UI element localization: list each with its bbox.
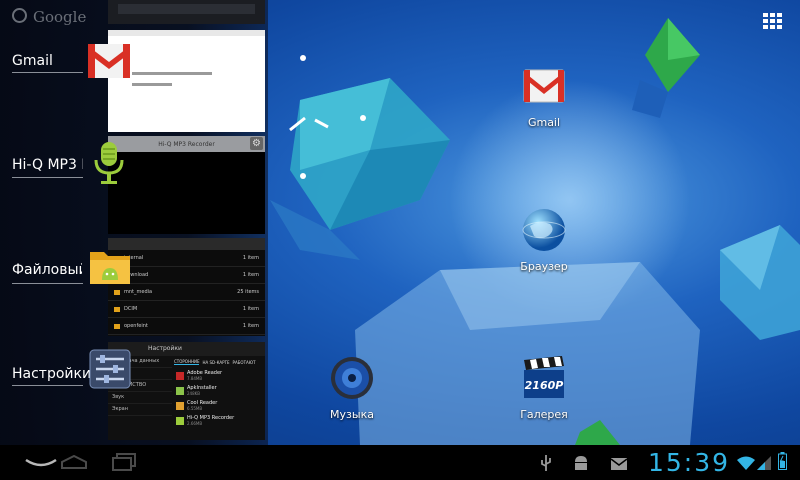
file-row[interactable]: DCIM 1 item [108,301,265,318]
divider [12,177,83,178]
file-count: 1 item [242,255,259,261]
android-debug-icon [573,454,589,476]
app-size: 2.66MB [187,421,203,426]
back-icon[interactable] [24,455,58,474]
folder-android-icon [88,244,132,286]
file-name: DCIM [124,306,138,312]
recent-thumb-top-partial[interactable] [108,0,265,24]
home-icon[interactable] [60,454,88,473]
thumb-title: Настройки [148,345,182,352]
gmail-icon [86,40,132,80]
recent-item-label-hiq[interactable]: Hi-Q MP3 Rec [12,157,83,173]
settings-menu-item[interactable]: Звук [108,392,172,404]
home-icon-label: Музыка [330,408,374,421]
recent-item-label-gmail[interactable]: Gmail [12,53,92,69]
usb-icon [540,454,552,476]
settings-tabs: СТОРОННИЕ НА SD-КАРТЕ РАБОТАЮТ [174,356,265,368]
home-icon-label: Gmail [527,116,561,129]
settings-app-row[interactable]: Cool Reader 6.55MB [174,398,265,413]
home-icon-browser[interactable]: Браузер [504,206,584,273]
gmail-icon [520,62,568,110]
divider [12,385,83,386]
file-count: 1 item [242,272,259,278]
svg-text:2160P: 2160P [525,379,564,392]
recent-item-label-files[interactable]: Файловый менеджер [12,262,82,278]
folder-icon [114,323,120,329]
file-name: download [124,272,149,278]
settings-menu-item[interactable]: Экран [108,404,172,416]
settings-tab[interactable]: НА SD-КАРТЕ [202,360,229,365]
app-size: 248KB [187,391,201,396]
folder-icon [114,306,120,312]
divider [12,72,83,73]
search-icon [12,8,27,23]
microphone-icon [92,140,126,186]
android-screen: Gmail Браузер Музыка 2160P Галерея Googl… [0,0,800,480]
app-icon [176,386,184,395]
gear-icon: ⚙ [250,137,263,150]
recent-item-label-settings[interactable]: Настройки [12,366,92,382]
file-name: internal [124,255,144,261]
home-icon-label: Браузер [520,260,568,273]
settings-app-row[interactable]: Hi-Q MP3 Recorder 2.66MB [174,413,265,428]
file-count: 1 item [242,306,259,312]
recent-thumb-hiq[interactable]: Hi-Q MP3 Recorder ⚙ [108,136,265,234]
home-icon-gmail[interactable]: Gmail [504,62,584,129]
home-icon-gallery[interactable]: 2160P Галерея [504,354,584,421]
browser-globe-icon [520,206,568,254]
settings-icon [88,348,132,390]
music-speaker-icon [328,354,376,402]
settings-tab[interactable]: РАБОТАЮТ [233,360,256,365]
app-icon [176,416,184,425]
app-size: 7.84MB [187,376,203,381]
gmail-notification-icon [610,456,628,475]
wifi-icon [737,455,755,474]
thumb-title: Hi-Q MP3 Recorder [158,140,215,148]
battery-icon [778,452,787,474]
file-row[interactable]: openfeint 1 item [108,318,265,335]
gallery-clapper-icon: 2160P [520,354,568,402]
home-icon-label: Галерея [520,408,568,421]
folder-icon [114,289,120,295]
file-row[interactable]: mnt_media 25 items [108,284,265,301]
system-bar: 15:39 [0,445,800,480]
app-icon [176,401,184,410]
settings-app-row[interactable]: Adobe Reader 7.84MB [174,368,265,383]
file-name: mnt_media [124,289,153,295]
file-count: 1 item [242,323,259,329]
home-icon-music[interactable]: Музыка [312,354,392,421]
settings-tab[interactable]: СТОРОННИЕ [174,359,200,365]
signal-icon [757,455,771,474]
recent-apps-panel: Google Gmail Hi-Q MP3 Rec Hi-Q [0,0,268,445]
file-name: openfeint [124,323,148,329]
apps-grid-icon[interactable] [763,13,783,29]
settings-app-row[interactable]: ApkInstaller 248KB [174,383,265,398]
clock[interactable]: 15:39 [648,448,730,477]
google-search-hint[interactable]: Google [12,8,86,26]
recents-icon[interactable] [112,453,136,475]
settings-app-list: Adobe Reader 7.84MB ApkInstaller 248KB Cool … [174,368,265,428]
file-count: 25 items [237,289,259,295]
divider [12,283,83,284]
app-icon [176,371,184,380]
app-size: 6.55MB [187,406,203,411]
